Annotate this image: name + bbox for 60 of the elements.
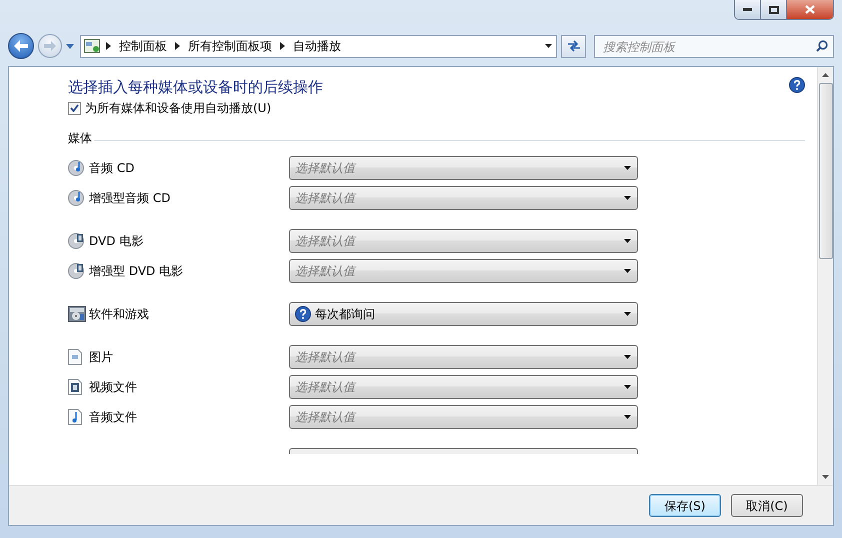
disc-note-icon [68,190,84,206]
scrollbar-thumb[interactable] [818,83,832,259]
media-type-label: 增强型音频 CD [89,190,172,207]
disc-film-icon [68,233,84,249]
checkbox-label: 为所有媒体和设备使用自动播放(U) [85,100,272,117]
scroll-up-icon[interactable] [822,73,829,77]
scrollbar[interactable] [817,67,833,485]
media-type-label: DVD 电影 [89,233,144,250]
caret-down-icon [624,355,631,359]
caret-down-icon [624,312,631,316]
page-title: 选择插入每种媒体或设备时的后续操作 [68,77,324,97]
media-type-label: 音频 CD [89,160,136,177]
breadcrumb-link[interactable]: 控制面板 [117,37,169,55]
chevron-right-icon[interactable] [175,42,180,50]
search-field[interactable]: 搜索控制面板 [594,35,834,58]
help-icon[interactable] [789,77,805,93]
minimize-icon [743,8,752,11]
media-type-label: 视频文件 [89,379,138,396]
software-box-icon [68,306,86,322]
arrow-left-icon [14,40,28,52]
search-icon[interactable] [816,40,828,52]
action-dropdown[interactable]: 每次都询问 [289,302,638,326]
save-button[interactable]: 保存(S) [649,494,721,517]
address-bar[interactable]: 控制面板 所有控制面板项 自动播放 [80,34,557,58]
caret-down-icon [624,415,631,419]
caret-down-icon [624,269,631,273]
close-icon [805,5,815,14]
disc-film-icon [68,263,84,279]
maximize-icon [768,6,778,14]
caret-down-icon [624,166,631,170]
chevron-right-icon[interactable] [106,42,111,50]
video-file-icon [68,379,82,395]
minimize-button[interactable] [735,0,761,19]
disc-note-icon [68,160,84,176]
checkmark-icon [70,104,79,112]
section-heading: 媒体 [68,130,93,147]
close-button[interactable] [787,0,833,19]
breadcrumb-link[interactable]: 自动播放 [291,37,343,55]
refresh-button[interactable] [561,34,586,58]
question-icon [295,306,311,322]
control-panel-icon [84,39,100,53]
media-type-label: 软件和游戏 [89,306,150,323]
caret-down-icon [624,239,631,243]
caret-down-icon[interactable] [545,44,552,48]
caret-down-icon [624,196,631,200]
maximize-button[interactable] [761,0,787,19]
media-type-label: 增强型 DVD 电影 [89,263,184,280]
refresh-arrows-icon [566,40,580,52]
breadcrumb-link[interactable]: 所有控制面板项 [186,37,274,55]
media-type-label: 音频文件 [89,409,138,426]
music-file-icon [68,409,82,425]
chevron-right-icon[interactable] [280,42,285,50]
caret-down-icon [624,385,631,389]
cancel-button[interactable]: 取消(C) [731,494,803,517]
scroll-down-icon[interactable] [822,475,829,479]
arrow-right-icon [44,41,56,51]
back-button[interactable] [8,33,34,59]
media-type-label: 图片 [89,349,114,366]
autoplay-checkbox[interactable] [68,102,81,114]
picture-file-icon [68,349,82,365]
